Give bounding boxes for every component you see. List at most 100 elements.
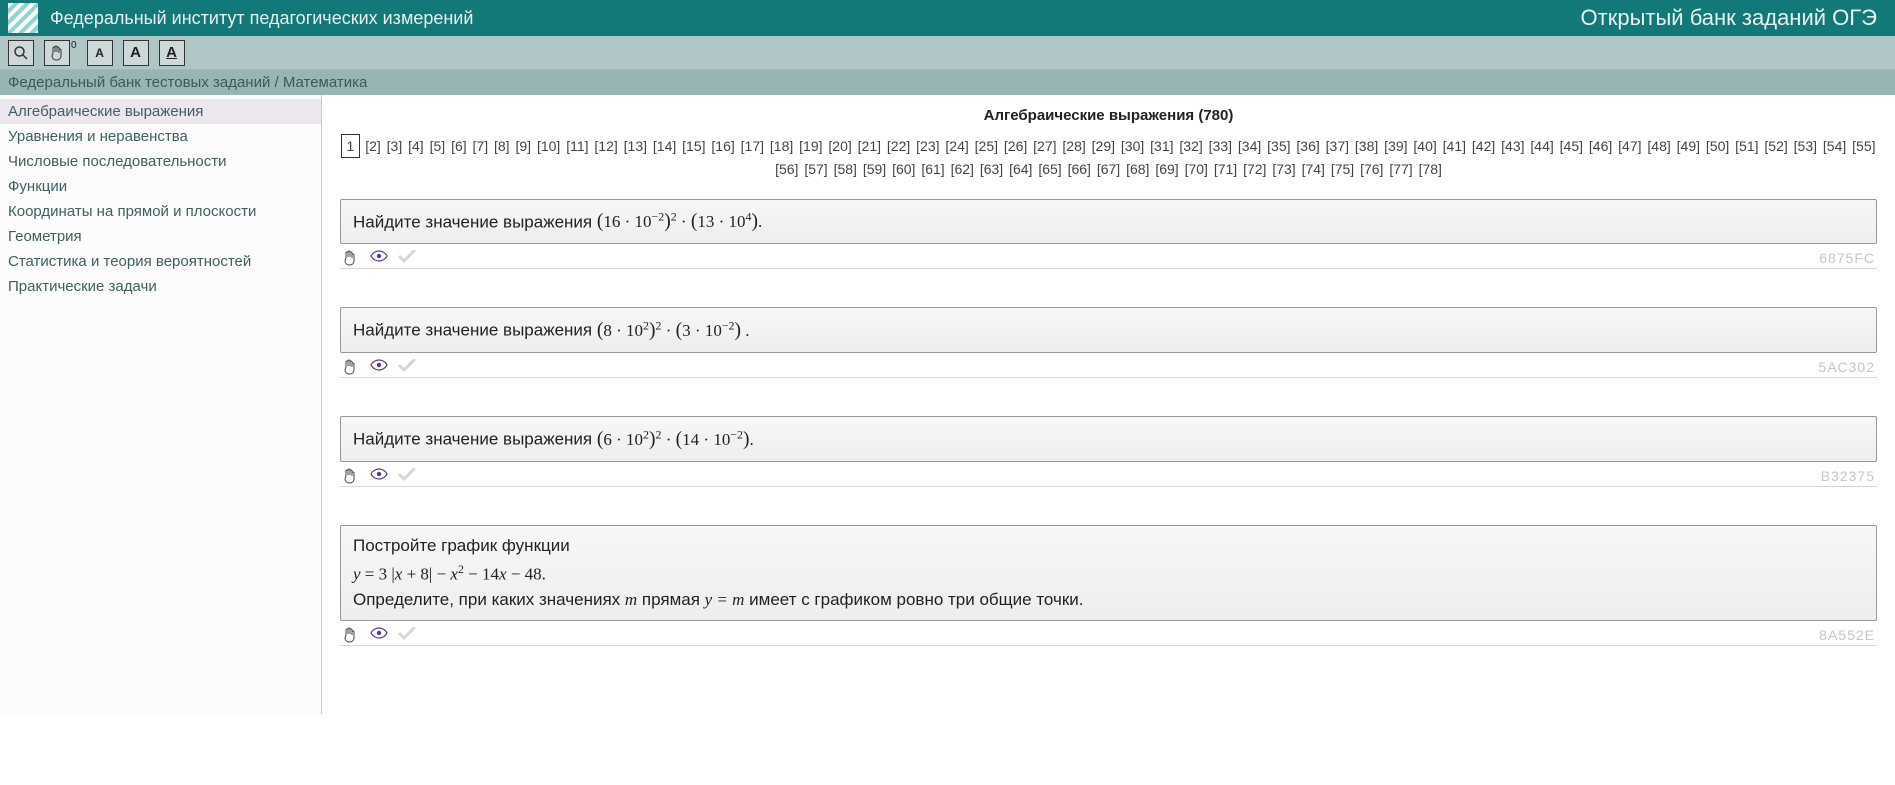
hand-button[interactable] xyxy=(44,40,70,66)
page-link-current[interactable]: 1 xyxy=(341,134,361,158)
page-link[interactable]: [3] xyxy=(386,135,404,157)
sidebar-item[interactable]: Статистика и теория вероятностей xyxy=(0,249,321,274)
page-link[interactable]: [55] xyxy=(1851,135,1876,157)
font-size-b-button[interactable]: A xyxy=(123,40,149,66)
page-link[interactable]: [44] xyxy=(1529,135,1554,157)
page-link[interactable]: [31] xyxy=(1149,135,1174,157)
eye-icon[interactable] xyxy=(370,468,388,484)
check-icon[interactable] xyxy=(398,468,416,484)
page-link[interactable]: [13] xyxy=(623,135,648,157)
page-link[interactable]: [20] xyxy=(827,135,852,157)
check-icon[interactable] xyxy=(398,359,416,375)
page-link[interactable]: [70] xyxy=(1184,158,1209,180)
page-link[interactable]: [40] xyxy=(1412,135,1437,157)
page-link[interactable]: [64] xyxy=(1008,158,1033,180)
page-link[interactable]: [34] xyxy=(1237,135,1262,157)
page-link[interactable]: [69] xyxy=(1154,158,1179,180)
page-link[interactable]: [61] xyxy=(920,158,945,180)
page-link[interactable]: [9] xyxy=(514,135,532,157)
page-link[interactable]: [75] xyxy=(1330,158,1355,180)
check-icon[interactable] xyxy=(398,250,416,266)
page-link[interactable]: [65] xyxy=(1037,158,1062,180)
page-link[interactable]: [10] xyxy=(536,135,561,157)
page-link[interactable]: [5] xyxy=(429,135,447,157)
page-link[interactable]: [29] xyxy=(1091,135,1116,157)
page-link[interactable]: [37] xyxy=(1325,135,1350,157)
page-link[interactable]: [12] xyxy=(593,135,618,157)
page-link[interactable]: [7] xyxy=(472,135,490,157)
page-link[interactable]: [68] xyxy=(1125,158,1150,180)
page-link[interactable]: [38] xyxy=(1354,135,1379,157)
hand-icon[interactable] xyxy=(342,250,360,266)
page-link[interactable]: [62] xyxy=(950,158,975,180)
page-link[interactable]: [26] xyxy=(1003,135,1028,157)
page-link[interactable]: [41] xyxy=(1442,135,1467,157)
eye-icon[interactable] xyxy=(370,359,388,375)
page-link[interactable]: [52] xyxy=(1763,135,1788,157)
sidebar-item[interactable]: Алгебраические выражения xyxy=(0,99,321,124)
page-link[interactable]: [53] xyxy=(1793,135,1818,157)
page-link[interactable]: [71] xyxy=(1213,158,1238,180)
page-link[interactable]: [42] xyxy=(1471,135,1496,157)
page-link[interactable]: [76] xyxy=(1359,158,1384,180)
page-link[interactable]: [22] xyxy=(886,135,911,157)
page-link[interactable]: [27] xyxy=(1032,135,1057,157)
sidebar-item[interactable]: Уравнения и неравенства xyxy=(0,124,321,149)
page-link[interactable]: [23] xyxy=(915,135,940,157)
page-link[interactable]: [78] xyxy=(1418,158,1443,180)
page-link[interactable]: [48] xyxy=(1646,135,1671,157)
page-link[interactable]: [74] xyxy=(1301,158,1326,180)
page-link[interactable]: [45] xyxy=(1559,135,1584,157)
sidebar-item[interactable]: Практические задачи xyxy=(0,274,321,299)
page-link[interactable]: [2] xyxy=(364,135,382,157)
font-size-a-button[interactable]: A xyxy=(87,40,113,66)
page-link[interactable]: [43] xyxy=(1500,135,1525,157)
page-link[interactable]: [18] xyxy=(769,135,794,157)
sidebar-item[interactable]: Геометрия xyxy=(0,224,321,249)
page-link[interactable]: [51] xyxy=(1734,135,1759,157)
page-link[interactable]: [72] xyxy=(1242,158,1267,180)
search-button[interactable] xyxy=(8,40,34,66)
hand-icon[interactable] xyxy=(342,627,360,643)
page-link[interactable]: [73] xyxy=(1271,158,1296,180)
page-link[interactable]: [32] xyxy=(1178,135,1203,157)
page-link[interactable]: [4] xyxy=(407,135,425,157)
page-link[interactable]: [16] xyxy=(710,135,735,157)
eye-icon[interactable] xyxy=(370,627,388,643)
page-link[interactable]: [57] xyxy=(803,158,828,180)
hand-icon[interactable] xyxy=(342,468,360,484)
page-link[interactable]: [77] xyxy=(1388,158,1413,180)
page-link[interactable]: [25] xyxy=(974,135,999,157)
page-link[interactable]: [46] xyxy=(1588,135,1613,157)
page-link[interactable]: [35] xyxy=(1266,135,1291,157)
page-link[interactable]: [21] xyxy=(857,135,882,157)
page-link[interactable]: [17] xyxy=(740,135,765,157)
sidebar-item[interactable]: Числовые последовательности xyxy=(0,149,321,174)
page-link[interactable]: [47] xyxy=(1617,135,1642,157)
page-link[interactable]: [15] xyxy=(681,135,706,157)
page-link[interactable]: [24] xyxy=(944,135,969,157)
page-link[interactable]: [39] xyxy=(1383,135,1408,157)
sidebar-item[interactable]: Координаты на прямой и плоскости xyxy=(0,199,321,224)
page-link[interactable]: [58] xyxy=(833,158,858,180)
page-link[interactable]: [63] xyxy=(979,158,1004,180)
page-link[interactable]: [14] xyxy=(652,135,677,157)
page-link[interactable]: [59] xyxy=(862,158,887,180)
eye-icon[interactable] xyxy=(370,250,388,266)
page-link[interactable]: [60] xyxy=(891,158,916,180)
page-link[interactable]: [66] xyxy=(1067,158,1092,180)
page-link[interactable]: [8] xyxy=(493,135,511,157)
hand-icon[interactable] xyxy=(342,359,360,375)
page-link[interactable]: [50] xyxy=(1705,135,1730,157)
page-link[interactable]: [6] xyxy=(450,135,468,157)
page-link[interactable]: [19] xyxy=(798,135,823,157)
page-link[interactable]: [28] xyxy=(1061,135,1086,157)
page-link[interactable]: [56] xyxy=(774,158,799,180)
page-link[interactable]: [36] xyxy=(1295,135,1320,157)
font-size-c-button[interactable]: A xyxy=(159,40,185,66)
sidebar-item[interactable]: Функции xyxy=(0,174,321,199)
page-link[interactable]: [33] xyxy=(1208,135,1233,157)
page-link[interactable]: [54] xyxy=(1822,135,1847,157)
page-link[interactable]: [11] xyxy=(565,135,589,157)
page-link[interactable]: [67] xyxy=(1096,158,1121,180)
